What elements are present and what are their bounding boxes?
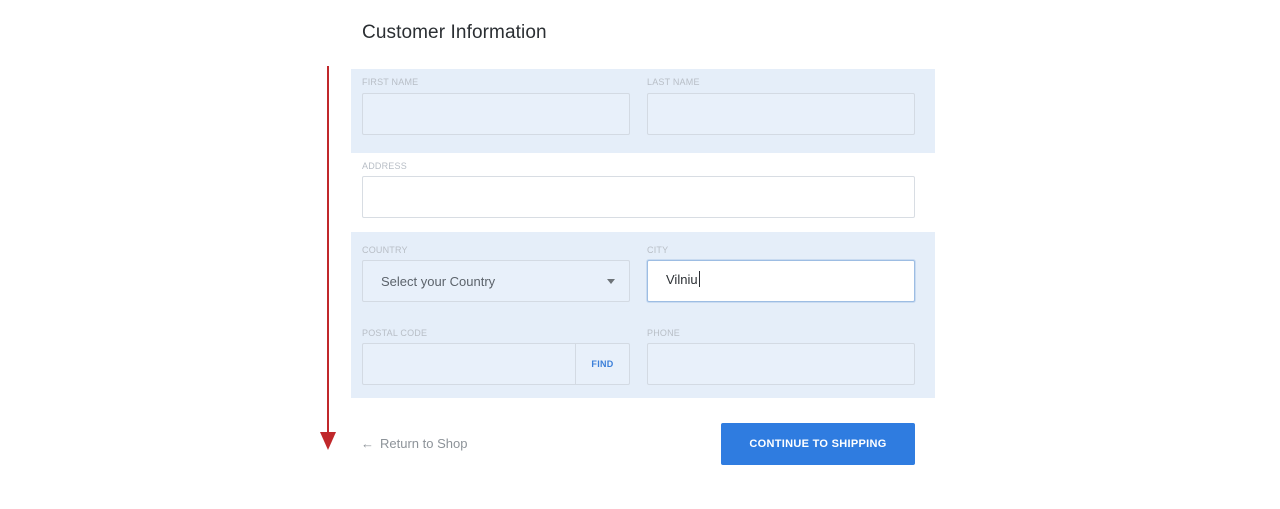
address-label: ADDRESS bbox=[362, 161, 407, 171]
city-input[interactable] bbox=[647, 260, 915, 302]
find-postal-code-button[interactable]: FIND bbox=[575, 344, 629, 384]
continue-to-shipping-button[interactable]: CONTINUE TO SHIPPING bbox=[721, 423, 915, 465]
page-title: Customer Information bbox=[362, 22, 547, 43]
country-select-value: Select your Country bbox=[381, 273, 496, 289]
last-name-input[interactable] bbox=[647, 93, 915, 135]
city-label: CITY bbox=[647, 245, 669, 255]
scroll-down-arrow-icon bbox=[320, 66, 336, 450]
country-select[interactable]: Select your Country bbox=[362, 260, 630, 302]
postal-code-label: POSTAL CODE bbox=[362, 328, 428, 338]
caret-down-icon bbox=[607, 279, 615, 284]
last-name-label: LAST NAME bbox=[647, 77, 700, 87]
phone-label: PHONE bbox=[647, 328, 681, 338]
address-input[interactable] bbox=[362, 176, 915, 218]
postal-code-group: FIND bbox=[362, 343, 630, 385]
postal-code-input[interactable] bbox=[363, 344, 575, 384]
return-to-shop-label: Return to Shop bbox=[380, 436, 468, 451]
return-to-shop-link[interactable]: ← Return to Shop bbox=[361, 436, 467, 451]
first-name-label: FIRST NAME bbox=[362, 77, 419, 87]
phone-input[interactable] bbox=[647, 343, 915, 385]
first-name-input[interactable] bbox=[362, 93, 630, 135]
arrow-left-icon: ← bbox=[361, 436, 374, 451]
country-label: COUNTRY bbox=[362, 245, 408, 255]
